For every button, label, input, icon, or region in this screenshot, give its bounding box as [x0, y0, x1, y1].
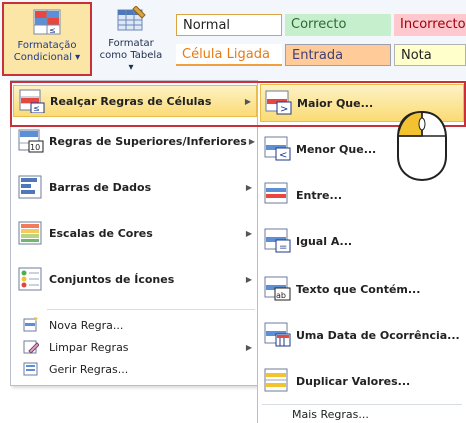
submenu-item-date-occurring[interactable]: Uma Data de Ocorrência... [260, 316, 464, 354]
menu-item-top-bottom-rules[interactable]: 10 Regras de Superiores/Inferiores ▶ [13, 125, 257, 157]
submenu-label: Igual A... [296, 234, 353, 248]
format-as-table-button[interactable]: Formatar como Tabela ▾ [96, 2, 166, 76]
conditional-formatting-button[interactable]: ≤ Formatação Condicional ▾ [2, 2, 92, 76]
style-entrada[interactable]: Entrada [285, 44, 391, 66]
submenu-item-text-contains[interactable]: ab Texto que Contém... [260, 270, 464, 308]
equal-to-icon: = [260, 228, 296, 254]
menu-separator [47, 309, 255, 310]
submenu-item-duplicate-values[interactable]: Duplicar Valores... [260, 362, 464, 400]
top-bottom-icon: 10 [13, 129, 49, 153]
menu-item-clear-rules[interactable]: Limpar Regras ▶ [13, 337, 257, 357]
submenu-item-equal-to[interactable]: = Igual A... [260, 222, 464, 260]
menu-label: Regras de Superiores/Inferiores [49, 134, 247, 148]
style-incorrecto[interactable]: Incorrecto [394, 14, 466, 36]
submenu-separator [262, 404, 462, 405]
chevron-right-icon: ▶ [245, 228, 253, 238]
less-than-icon: < [260, 136, 296, 162]
duplicate-values-icon [260, 368, 296, 394]
chevron-right-icon: ▶ [248, 136, 255, 146]
submenu-label: Texto que Contém... [296, 282, 421, 296]
conditional-formatting-icon: ≤ [33, 9, 61, 35]
text-contains-icon: ab [260, 276, 296, 302]
menu-item-icon-sets[interactable]: Conjuntos de Ícones ▶ [13, 263, 257, 295]
menu-label: Barras de Dados [49, 180, 152, 194]
date-occurring-icon [260, 322, 296, 348]
chevron-right-icon: ▶ [245, 274, 253, 284]
menu-label: Escalas de Cores [49, 226, 153, 240]
chevron-right-icon: ▶ [245, 342, 253, 352]
menu-label: Gerir Regras... [49, 362, 129, 376]
color-scales-icon [13, 221, 49, 245]
submenu-label: Uma Data de Ocorrência... [296, 328, 460, 342]
submenu-label: Duplicar Valores... [296, 374, 411, 388]
highlight-cells-icon: ≤ [14, 89, 50, 113]
menu-label: Conjuntos de Ícones [49, 272, 175, 286]
menu-item-data-bars[interactable]: Barras de Dados ▶ [13, 171, 257, 203]
ft-label-2: como Tabela ▾ [99, 50, 163, 73]
chevron-right-icon: ▶ [244, 96, 252, 106]
menu-item-new-rule[interactable]: Nova Regra... [13, 315, 257, 335]
menu-label: Realçar Regras de Células [50, 94, 212, 108]
cf-label-2: Condicional ▾ [13, 52, 81, 63]
ft-label-1: Formatar [108, 38, 154, 49]
submenu-item-more-rules[interactable]: Mais Regras... [260, 406, 464, 422]
svg-text:ab: ab [276, 291, 286, 300]
ribbon: ≤ Formatação Condicional ▾ Formatar como… [0, 0, 466, 80]
menu-item-manage-rules[interactable]: Gerir Regras... [13, 359, 257, 379]
svg-text:10: 10 [30, 143, 40, 152]
cf-label-1: Formatação [17, 40, 77, 51]
svg-text:<: < [279, 150, 287, 161]
format-as-table-icon [117, 6, 146, 31]
new-rule-icon [13, 317, 49, 333]
mouse-icon [397, 110, 447, 182]
conditional-formatting-menu: ≤ Realçar Regras de Células ▶ 10 Regras … [10, 80, 260, 386]
menu-item-highlight-cells-rules[interactable]: ≤ Realçar Regras de Células ▶ [13, 85, 257, 117]
submenu-label: Entre... [296, 188, 343, 202]
icon-sets-icon [13, 267, 49, 291]
manage-rules-icon [13, 361, 49, 377]
data-bars-icon [13, 175, 49, 199]
menu-label: Nova Regra... [49, 318, 124, 332]
clear-rules-icon [13, 339, 49, 355]
svg-text:≤: ≤ [49, 26, 56, 35]
style-normal[interactable]: Normal [176, 14, 282, 36]
between-icon [260, 182, 296, 208]
svg-text:>: > [280, 104, 288, 115]
svg-text:=: = [279, 242, 287, 253]
style-celula-ligada[interactable]: Célula Ligada [176, 44, 282, 66]
menu-label: Limpar Regras [49, 340, 129, 354]
chevron-right-icon: ▶ [245, 182, 253, 192]
style-nota[interactable]: Nota [394, 44, 466, 66]
style-correcto[interactable]: Correcto [285, 14, 391, 36]
submenu-label: Mais Regras... [292, 407, 369, 421]
menu-item-color-scales[interactable]: Escalas de Cores ▶ [13, 217, 257, 249]
svg-text:≤: ≤ [33, 104, 40, 113]
greater-than-icon: > [261, 90, 297, 116]
